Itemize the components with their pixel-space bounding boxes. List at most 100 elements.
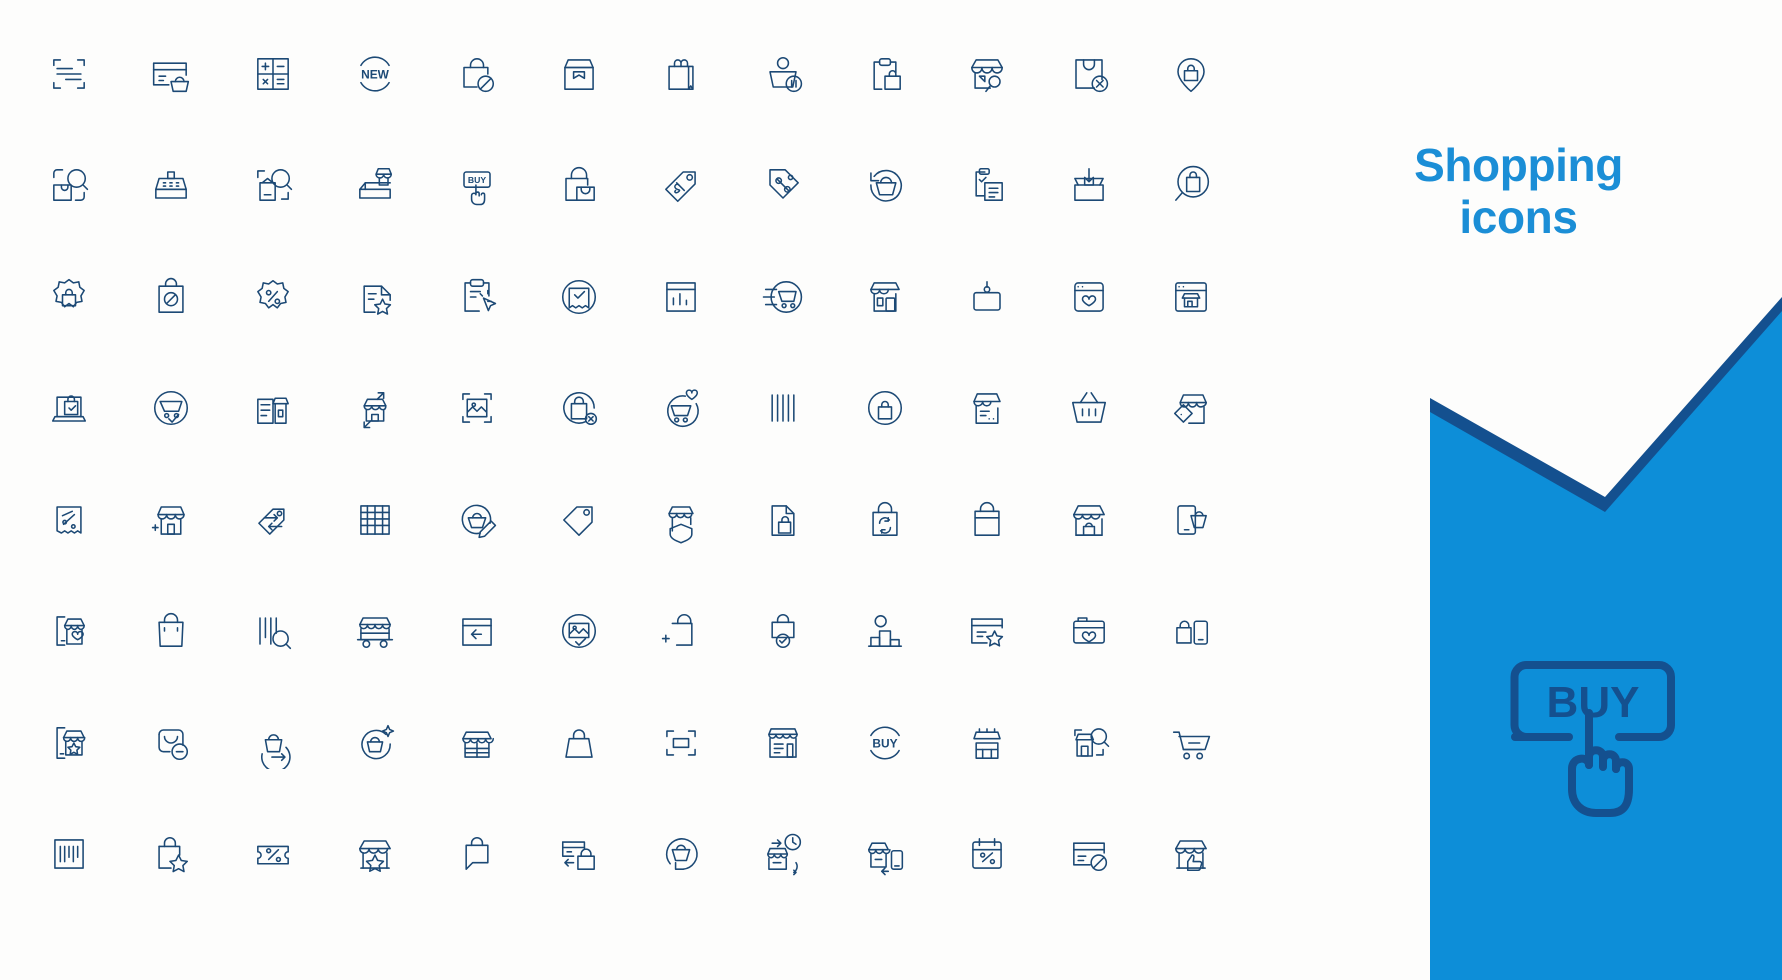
box-download-icon[interactable] <box>1038 130 1140 242</box>
bag-blocked-square-icon[interactable] <box>120 241 222 353</box>
paper-shopping-bag-icon[interactable] <box>630 18 732 130</box>
podium-seller-icon[interactable] <box>834 576 936 688</box>
bag-refresh-icon[interactable] <box>834 464 936 576</box>
buy-button-tap-icon[interactable]: BUY <box>426 130 528 242</box>
mobile-store-favorite-icon[interactable] <box>18 576 120 688</box>
bag-plain-icon[interactable] <box>936 464 1038 576</box>
signboard-icon[interactable] <box>936 241 1038 353</box>
mobile-store-star-icon[interactable] <box>18 687 120 799</box>
store-front-icon[interactable] <box>426 687 528 799</box>
package-box-icon[interactable] <box>528 18 630 130</box>
tag-swap-icon[interactable] <box>222 464 324 576</box>
new-badge-icon[interactable]: NEW <box>324 18 426 130</box>
clipboard-bag-icon[interactable] <box>834 18 936 130</box>
basket-sparkle-circle-icon[interactable] <box>324 687 426 799</box>
cart-check-circle-icon[interactable] <box>120 353 222 465</box>
store-tag-icon[interactable] <box>1140 353 1242 465</box>
calculator-icon[interactable] <box>222 18 324 130</box>
handbag-icon[interactable] <box>528 687 630 799</box>
percent-badge-icon[interactable] <box>222 241 324 353</box>
barcode-scan-frame-icon[interactable] <box>18 18 120 130</box>
bag-location-pin-icon[interactable] <box>1140 18 1242 130</box>
bag-check-icon[interactable] <box>732 576 834 688</box>
store-receipt-icon[interactable] <box>222 353 324 465</box>
market-stall-icon[interactable] <box>1038 464 1140 576</box>
cart-favorite-circle-icon[interactable] <box>630 353 732 465</box>
card-bag-transfer-icon[interactable] <box>528 799 630 911</box>
laptop-bag-check-icon[interactable] <box>18 353 120 465</box>
scan-frame-icon[interactable] <box>630 687 732 799</box>
store-list-icon[interactable] <box>732 687 834 799</box>
coupon-percent-icon[interactable] <box>222 799 324 911</box>
credit-card-basket-icon[interactable] <box>120 18 222 130</box>
bag-remove-circle-icon[interactable] <box>528 353 630 465</box>
favorite-store-icon[interactable] <box>1038 241 1140 353</box>
clipboard-click-icon[interactable] <box>426 241 528 353</box>
store-browser-icon[interactable] <box>1140 241 1242 353</box>
bag-add-icon[interactable] <box>630 576 732 688</box>
bag-blocked-icon[interactable] <box>426 18 528 130</box>
cart-remove-icon[interactable] <box>1140 687 1242 799</box>
store-transfer-icon[interactable] <box>324 353 426 465</box>
bag-discount-badge-icon[interactable] <box>18 241 120 353</box>
barcode-square-icon[interactable] <box>18 799 120 911</box>
receipt-percent-icon[interactable] <box>18 464 120 576</box>
svg-text:BUY: BUY <box>872 736 897 750</box>
return-box-icon[interactable] <box>426 576 528 688</box>
bag-remove-icon[interactable] <box>1038 18 1140 130</box>
bag-magnifier-icon[interactable] <box>1140 130 1242 242</box>
basket-return-circle-icon[interactable] <box>630 799 732 911</box>
document-bag-icon[interactable] <box>732 464 834 576</box>
page-title: Shopping icons <box>1414 139 1623 243</box>
card-favorite-icon[interactable] <box>1038 576 1140 688</box>
food-truck-icon[interactable] <box>324 576 426 688</box>
favorite-list-icon[interactable] <box>324 241 426 353</box>
mobile-store-icon[interactable] <box>834 241 936 353</box>
store-search-user-icon[interactable] <box>1038 687 1140 799</box>
basket-edit-circle-icon[interactable] <box>426 464 528 576</box>
card-star-icon[interactable] <box>936 576 1038 688</box>
store-search-icon[interactable] <box>936 18 1038 130</box>
receipt-check-circle-icon[interactable] <box>528 241 630 353</box>
barcode-lines-icon[interactable] <box>732 353 834 465</box>
product-image-frame-icon[interactable] <box>426 353 528 465</box>
buy-button-illustration[interactable]: BUY <box>1493 610 1693 820</box>
image-check-circle-icon[interactable] <box>528 576 630 688</box>
store-like-icon[interactable] <box>1140 799 1242 911</box>
product-search-frame-icon[interactable] <box>222 130 324 242</box>
right-panel: Shopping icons BUY <box>1255 0 1782 980</box>
cash-register-icon[interactable] <box>120 130 222 242</box>
shopping-basket-icon[interactable] <box>1038 353 1140 465</box>
buy-circle-icon[interactable]: BUY <box>834 687 936 799</box>
bag-mobile-icon[interactable] <box>1140 576 1242 688</box>
store-info-icon[interactable] <box>936 353 1038 465</box>
bag-chat-icon[interactable] <box>426 799 528 911</box>
store-star-icon[interactable] <box>324 799 426 911</box>
bag-handle-icon[interactable] <box>120 576 222 688</box>
fast-cart-icon[interactable] <box>732 241 834 353</box>
store-delivery-icon[interactable] <box>324 130 426 242</box>
calendar-percent-icon[interactable] <box>936 799 1038 911</box>
stall-icon[interactable] <box>936 687 1038 799</box>
basket-forward-circle-icon[interactable] <box>222 687 324 799</box>
mobile-basket-icon[interactable] <box>1140 464 1242 576</box>
checklist-clipboard-icon[interactable] <box>936 130 1038 242</box>
bag-in-bag-icon[interactable] <box>528 130 630 242</box>
bag-remove-rounded-icon[interactable] <box>120 687 222 799</box>
price-tags-icon[interactable] <box>630 130 732 242</box>
sales-chart-icon[interactable] <box>630 241 732 353</box>
store-shield-icon[interactable] <box>630 464 732 576</box>
basket-customer-pause-icon[interactable] <box>732 18 834 130</box>
discount-tag-icon[interactable] <box>732 130 834 242</box>
bag-search-frame-icon[interactable] <box>18 130 120 242</box>
store-mobile-sync-icon[interactable] <box>834 799 936 911</box>
store-schedule-icon[interactable] <box>732 799 834 911</box>
bag-circle-icon[interactable] <box>834 353 936 465</box>
basket-refresh-icon[interactable] <box>834 130 936 242</box>
card-blocked-icon[interactable] <box>1038 799 1140 911</box>
barcode-search-icon[interactable] <box>222 576 324 688</box>
bag-star-icon[interactable] <box>120 799 222 911</box>
abacus-icon[interactable] <box>324 464 426 576</box>
store-add-icon[interactable] <box>120 464 222 576</box>
tag-icon[interactable] <box>528 464 630 576</box>
